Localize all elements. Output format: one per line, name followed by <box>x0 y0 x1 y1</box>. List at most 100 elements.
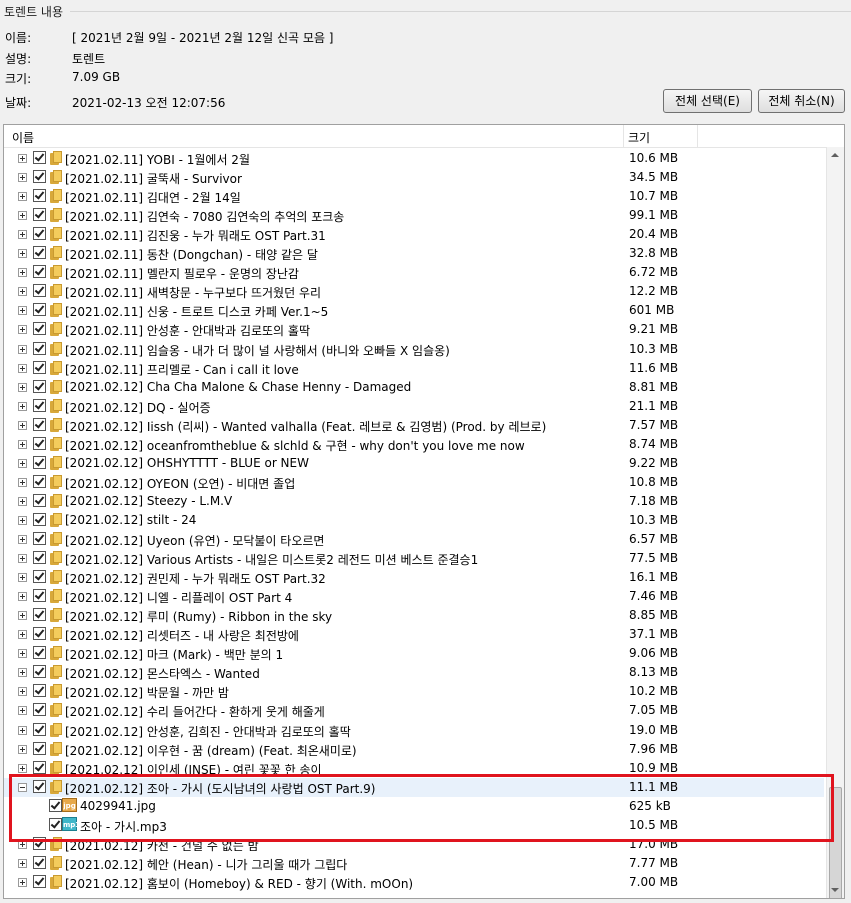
row-checkbox[interactable] <box>33 398 46 412</box>
row-checkbox[interactable] <box>33 341 46 355</box>
tree-folder-row[interactable]: [2021.02.12] 니엘 - 리플레이 OST Part 4 7.46 MB <box>4 587 824 606</box>
row-checkbox[interactable] <box>33 532 46 545</box>
row-checkbox[interactable] <box>33 303 46 317</box>
tree-folder-row[interactable]: [2021.02.12] 리셋터즈 - 내 사랑은 최전방에 37.1 MB <box>4 625 824 644</box>
expand-plus-icon[interactable] <box>18 668 27 678</box>
row-checkbox[interactable] <box>33 779 46 793</box>
expand-plus-icon[interactable] <box>18 363 27 373</box>
tree-folder-row[interactable]: [2021.02.12] 조아 - 가시 (도시남녀의 사랑법 OST Part… <box>4 777 824 797</box>
scroll-up-arrow-icon[interactable] <box>831 153 839 157</box>
expand-plus-icon[interactable] <box>18 382 27 392</box>
expand-plus-icon[interactable] <box>18 877 27 887</box>
row-checkbox[interactable] <box>33 741 46 755</box>
row-checkbox[interactable] <box>33 684 46 698</box>
expand-plus-icon[interactable] <box>18 687 27 697</box>
row-checkbox[interactable] <box>33 284 46 298</box>
tree-folder-row[interactable]: [2021.02.12] 루미 (Rumy) - Ribbon in the s… <box>4 606 824 625</box>
expand-plus-icon[interactable] <box>18 535 27 544</box>
expand-plus-icon[interactable] <box>18 744 27 754</box>
expand-plus-icon[interactable] <box>18 173 27 183</box>
expand-plus-icon[interactable] <box>18 649 27 659</box>
file-tree[interactable]: 이름 크기 [2021.02.11] YOBI - 1월에서 2월 10.6 MB… <box>3 124 845 899</box>
expand-plus-icon[interactable] <box>18 763 27 773</box>
tree-folder-row[interactable]: [2021.02.12] OYEON (오연) - 비대면 졸업 10.8 MB <box>4 473 824 492</box>
expand-plus-icon[interactable] <box>18 401 27 411</box>
tree-folder-row[interactable]: [2021.02.11] YOBI - 1월에서 2월 10.6 MB <box>4 149 824 168</box>
expand-plus-icon[interactable] <box>18 420 27 430</box>
expand-plus-icon[interactable] <box>18 496 27 506</box>
expand-plus-icon[interactable] <box>18 439 27 449</box>
tree-folder-row[interactable]: [2021.02.11] 김대연 - 2월 14일 10.7 MB <box>4 187 824 206</box>
tree-folder-row[interactable]: [2021.02.12] 마크 (Mark) - 백만 분의 1 9.06 MB <box>4 644 824 663</box>
expand-plus-icon[interactable] <box>18 287 27 297</box>
row-checkbox[interactable] <box>33 627 46 641</box>
row-checkbox[interactable] <box>33 512 46 526</box>
row-checkbox[interactable] <box>49 798 62 812</box>
expand-plus-icon[interactable] <box>18 154 27 163</box>
tree-folder-row[interactable]: [2021.02.11] 김연숙 - 7080 김연숙의 추억의 포크송 99.1… <box>4 206 824 225</box>
expand-plus-icon[interactable] <box>18 344 27 354</box>
row-checkbox[interactable] <box>33 265 46 279</box>
tree-folder-row[interactable]: [2021.02.12] Cha Cha Malone & Chase Henn… <box>4 378 824 397</box>
tree-folder-row[interactable]: [2021.02.12] 몬스타엑스 - Wanted 8.13 MB <box>4 663 824 682</box>
row-checkbox[interactable] <box>33 189 46 203</box>
row-checkbox[interactable] <box>33 322 46 336</box>
expand-plus-icon[interactable] <box>18 573 27 583</box>
scroll-down-arrow-icon[interactable] <box>831 888 839 892</box>
tree-folder-row[interactable]: [2021.02.11] 멜란지 필로우 - 운명의 장난감 6.72 MB <box>4 263 824 282</box>
tree-folder-row[interactable]: [2021.02.12] 헤안 (Hean) - 니가 그리울 때가 그립다 7.… <box>4 854 824 873</box>
row-checkbox[interactable] <box>33 493 46 507</box>
row-checkbox[interactable] <box>33 551 46 565</box>
tree-folder-row[interactable]: [2021.02.11] 프리멜로 - Can i call it love 11… <box>4 359 824 378</box>
vertical-scrollbar[interactable] <box>826 147 844 898</box>
expand-plus-icon[interactable] <box>18 515 27 525</box>
select-all-button[interactable]: 전체 선택(E) <box>663 89 752 113</box>
tree-folder-row[interactable]: [2021.02.12] 이인세 (INSE) - 여린 꽃꽃 한 송이 10.9… <box>4 759 824 778</box>
expand-plus-icon[interactable] <box>18 325 27 335</box>
row-checkbox[interactable] <box>33 760 46 774</box>
tree-child-row[interactable]: jpg 4029941.jpg 625 kB <box>4 797 824 816</box>
expand-plus-icon[interactable] <box>18 611 27 621</box>
tree-folder-row[interactable]: [2021.02.12] OHSHYTTTT - BLUE or NEW 9.22… <box>4 454 824 473</box>
tree-folder-row[interactable]: [2021.02.12] 카천 - 건널 수 없는 밤 17.0 MB <box>4 835 824 854</box>
row-checkbox[interactable] <box>33 570 46 584</box>
row-checkbox[interactable] <box>33 836 46 850</box>
expand-plus-icon[interactable] <box>18 230 27 240</box>
row-checkbox[interactable] <box>33 208 46 222</box>
expand-plus-icon[interactable] <box>18 858 27 868</box>
expand-plus-icon[interactable] <box>18 268 27 278</box>
tree-folder-row[interactable]: [2021.02.12] Various Artists - 내일은 미스트롯2… <box>4 549 824 568</box>
expand-plus-icon[interactable] <box>18 477 27 487</box>
tree-child-row[interactable]: mp3 조아 - 가시.mp3 10.5 MB <box>4 816 824 835</box>
collapse-minus-icon[interactable] <box>18 782 27 792</box>
tree-folder-row[interactable]: [2021.02.12] Uyeon (유연) - 모닥불이 타오르면 6.57 … <box>4 530 824 549</box>
tree-folder-row[interactable]: [2021.02.12] Steezy - L.M.V 7.18 MB <box>4 492 824 511</box>
row-checkbox[interactable] <box>33 417 46 431</box>
column-separator[interactable] <box>623 125 624 147</box>
expand-plus-icon[interactable] <box>18 458 27 468</box>
row-checkbox[interactable] <box>33 246 46 260</box>
tree-folder-row[interactable]: [2021.02.11] 임슬옹 - 내가 더 많이 널 사랑해서 (바니와 오… <box>4 340 824 359</box>
tree-folder-row[interactable]: [2021.02.12] DQ - 실어증 21.1 MB <box>4 397 824 416</box>
expand-plus-icon[interactable] <box>18 554 27 564</box>
expand-plus-icon[interactable] <box>18 192 27 202</box>
row-checkbox[interactable] <box>33 151 46 164</box>
row-checkbox[interactable] <box>33 589 46 603</box>
row-checkbox[interactable] <box>33 455 46 469</box>
tree-folder-row[interactable]: [2021.02.12] 박문월 - 까만 밤 10.2 MB <box>4 682 824 701</box>
column-header-name[interactable]: 이름 <box>12 129 34 146</box>
tree-folder-row[interactable]: [2021.02.11] 신웅 - 트로트 디스코 카페 Ver.1~5 601 … <box>4 301 824 320</box>
tree-folder-row[interactable]: [2021.02.12] 안성훈, 김희진 - 안대박과 김로또의 홀딱 19.0… <box>4 721 824 740</box>
tree-folder-row[interactable]: [2021.02.12] Iissh (리씨) - Wanted valhall… <box>4 416 824 435</box>
row-checkbox[interactable] <box>33 703 46 717</box>
tree-folder-row[interactable]: [2021.02.12] stilt - 24 10.3 MB <box>4 511 824 530</box>
row-checkbox[interactable] <box>33 722 46 736</box>
column-separator[interactable] <box>697 125 698 147</box>
tree-folder-row[interactable]: [2021.02.11] 김진웅 - 누가 뭐래도 OST Part.31 20.… <box>4 225 824 244</box>
row-checkbox[interactable] <box>33 170 46 184</box>
expand-plus-icon[interactable] <box>18 839 27 849</box>
expand-plus-icon[interactable] <box>18 630 27 640</box>
scrollbar-thumb[interactable] <box>829 787 842 898</box>
expand-plus-icon[interactable] <box>18 706 27 716</box>
row-checkbox[interactable] <box>33 474 46 488</box>
